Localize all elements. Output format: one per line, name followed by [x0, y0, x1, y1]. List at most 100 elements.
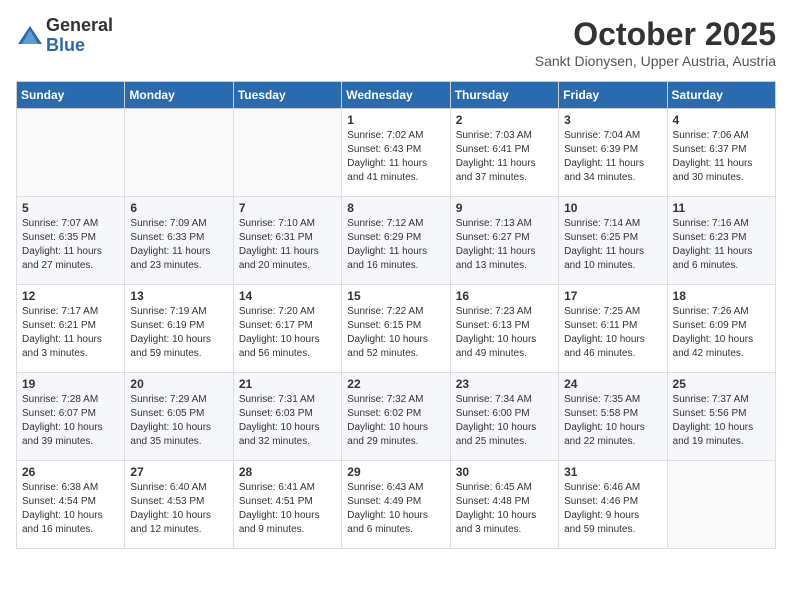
- day-number: 19: [22, 377, 119, 391]
- day-info: Sunrise: 6:46 AM Sunset: 4:46 PM Dayligh…: [564, 481, 661, 537]
- day-info: Sunrise: 7:37 AM Sunset: 5:56 PM Dayligh…: [673, 393, 770, 449]
- calendar-cell: 27 Sunrise: 6:40 AM Sunset: 4:53 PM Dayli…: [125, 461, 233, 549]
- day-info: Sunrise: 7:02 AM Sunset: 6:43 PM Dayligh…: [347, 129, 444, 185]
- day-info: Sunrise: 7:23 AM Sunset: 6:13 PM Dayligh…: [456, 305, 553, 361]
- calendar-cell: 20Sunrise: 7:29 AM Sunset: 6:05 PM Dayli…: [125, 373, 233, 461]
- weekday-header-saturday: Saturday: [667, 82, 775, 109]
- calendar-cell: 21 Sunrise: 7:31 AM Sunset: 6:03 PM Dayli…: [233, 373, 341, 461]
- day-number: 10: [564, 201, 661, 215]
- day-info: Sunrise: 7:04 AM Sunset: 6:39 PM Dayligh…: [564, 129, 661, 185]
- calendar-cell: 11Sunrise: 7:16 AM Sunset: 6:23 PM Dayli…: [667, 197, 775, 285]
- calendar-cell: 28 Sunrise: 6:41 AM Sunset: 4:51 PM Dayli…: [233, 461, 341, 549]
- day-number: 14: [239, 289, 336, 303]
- calendar-cell: [667, 461, 775, 549]
- day-info: Sunrise: 6:41 AM Sunset: 4:51 PM Dayligh…: [239, 481, 336, 537]
- calendar-cell: [233, 109, 341, 197]
- weekday-header-sunday: Sunday: [17, 82, 125, 109]
- day-info: Sunrise: 7:19 AM Sunset: 6:19 PM Dayligh…: [130, 305, 227, 361]
- logo: General Blue: [16, 16, 113, 56]
- day-info: Sunrise: 7:17 AM Sunset: 6:21 PM Dayligh…: [22, 305, 119, 361]
- day-info: Sunrise: 6:45 AM Sunset: 4:48 PM Dayligh…: [456, 481, 553, 537]
- day-number: 30: [456, 465, 553, 479]
- day-number: 31: [564, 465, 661, 479]
- calendar-cell: 19 Sunrise: 7:28 AM Sunset: 6:07 PM Dayli…: [17, 373, 125, 461]
- calendar-cell: 6 Sunrise: 7:09 AM Sunset: 6:33 PM Daylig…: [125, 197, 233, 285]
- day-number: 13: [130, 289, 227, 303]
- calendar-cell: 13 Sunrise: 7:19 AM Sunset: 6:19 PM Dayli…: [125, 285, 233, 373]
- day-number: 16: [456, 289, 553, 303]
- day-info: Sunrise: 7:32 AM Sunset: 6:02 PM Dayligh…: [347, 393, 444, 449]
- day-info: Sunrise: 7:14 AM Sunset: 6:25 PM Dayligh…: [564, 217, 661, 273]
- day-number: 3: [564, 113, 661, 127]
- calendar-cell: 17 Sunrise: 7:25 AM Sunset: 6:11 PM Dayli…: [559, 285, 667, 373]
- day-number: 21: [239, 377, 336, 391]
- day-info: Sunrise: 6:38 AM Sunset: 4:54 PM Dayligh…: [22, 481, 119, 537]
- logo-text: General Blue: [46, 16, 113, 56]
- day-info: Sunrise: 6:43 AM Sunset: 4:49 PM Dayligh…: [347, 481, 444, 537]
- weekday-header-row: SundayMondayTuesdayWednesdayThursdayFrid…: [17, 82, 776, 109]
- title-block: October 2025 Sankt Dionysen, Upper Austr…: [535, 16, 776, 69]
- calendar-cell: 22Sunrise: 7:32 AM Sunset: 6:02 PM Dayli…: [342, 373, 450, 461]
- day-info: Sunrise: 7:03 AM Sunset: 6:41 PM Dayligh…: [456, 129, 553, 185]
- logo-blue: Blue: [46, 36, 113, 56]
- calendar-cell: 16 Sunrise: 7:23 AM Sunset: 6:13 PM Dayli…: [450, 285, 558, 373]
- calendar-week-2: 5Sunrise: 7:07 AM Sunset: 6:35 PM Daylig…: [17, 197, 776, 285]
- calendar-cell: 18 Sunrise: 7:26 AM Sunset: 6:09 PM Dayli…: [667, 285, 775, 373]
- calendar-cell: 9Sunrise: 7:13 AM Sunset: 6:27 PM Daylig…: [450, 197, 558, 285]
- calendar-cell: 25 Sunrise: 7:37 AM Sunset: 5:56 PM Dayli…: [667, 373, 775, 461]
- calendar-week-1: 1 Sunrise: 7:02 AM Sunset: 6:43 PM Daylig…: [17, 109, 776, 197]
- calendar-cell: 8Sunrise: 7:12 AM Sunset: 6:29 PM Daylig…: [342, 197, 450, 285]
- day-info: Sunrise: 7:10 AM Sunset: 6:31 PM Dayligh…: [239, 217, 336, 273]
- day-number: 2: [456, 113, 553, 127]
- day-info: Sunrise: 7:22 AM Sunset: 6:15 PM Dayligh…: [347, 305, 444, 361]
- day-number: 6: [130, 201, 227, 215]
- day-number: 25: [673, 377, 770, 391]
- day-number: 17: [564, 289, 661, 303]
- calendar-table: SundayMondayTuesdayWednesdayThursdayFrid…: [16, 81, 776, 549]
- page-header: General Blue October 2025 Sankt Dionysen…: [16, 16, 776, 69]
- day-number: 5: [22, 201, 119, 215]
- calendar-cell: 24 Sunrise: 7:35 AM Sunset: 5:58 PM Dayli…: [559, 373, 667, 461]
- day-info: Sunrise: 7:28 AM Sunset: 6:07 PM Dayligh…: [22, 393, 119, 449]
- weekday-header-monday: Monday: [125, 82, 233, 109]
- calendar-cell: 2 Sunrise: 7:03 AM Sunset: 6:41 PM Daylig…: [450, 109, 558, 197]
- day-info: Sunrise: 7:31 AM Sunset: 6:03 PM Dayligh…: [239, 393, 336, 449]
- day-info: Sunrise: 6:40 AM Sunset: 4:53 PM Dayligh…: [130, 481, 227, 537]
- calendar-cell: [17, 109, 125, 197]
- day-info: Sunrise: 7:34 AM Sunset: 6:00 PM Dayligh…: [456, 393, 553, 449]
- day-number: 7: [239, 201, 336, 215]
- calendar-cell: 26Sunrise: 6:38 AM Sunset: 4:54 PM Dayli…: [17, 461, 125, 549]
- calendar-cell: 15Sunrise: 7:22 AM Sunset: 6:15 PM Dayli…: [342, 285, 450, 373]
- location: Sankt Dionysen, Upper Austria, Austria: [535, 53, 776, 69]
- day-info: Sunrise: 7:25 AM Sunset: 6:11 PM Dayligh…: [564, 305, 661, 361]
- month-title: October 2025: [535, 16, 776, 53]
- day-info: Sunrise: 7:09 AM Sunset: 6:33 PM Dayligh…: [130, 217, 227, 273]
- day-number: 8: [347, 201, 444, 215]
- day-number: 28: [239, 465, 336, 479]
- calendar-cell: 12Sunrise: 7:17 AM Sunset: 6:21 PM Dayli…: [17, 285, 125, 373]
- calendar-cell: 29Sunrise: 6:43 AM Sunset: 4:49 PM Dayli…: [342, 461, 450, 549]
- day-number: 24: [564, 377, 661, 391]
- day-info: Sunrise: 7:29 AM Sunset: 6:05 PM Dayligh…: [130, 393, 227, 449]
- calendar-cell: 31 Sunrise: 6:46 AM Sunset: 4:46 PM Dayli…: [559, 461, 667, 549]
- day-info: Sunrise: 7:16 AM Sunset: 6:23 PM Dayligh…: [673, 217, 770, 273]
- day-number: 18: [673, 289, 770, 303]
- day-info: Sunrise: 7:20 AM Sunset: 6:17 PM Dayligh…: [239, 305, 336, 361]
- calendar-cell: 4Sunrise: 7:06 AM Sunset: 6:37 PM Daylig…: [667, 109, 775, 197]
- logo-general: General: [46, 16, 113, 36]
- day-number: 23: [456, 377, 553, 391]
- weekday-header-thursday: Thursday: [450, 82, 558, 109]
- calendar-cell: 30 Sunrise: 6:45 AM Sunset: 4:48 PM Dayli…: [450, 461, 558, 549]
- calendar-week-5: 26Sunrise: 6:38 AM Sunset: 4:54 PM Dayli…: [17, 461, 776, 549]
- calendar-cell: 10 Sunrise: 7:14 AM Sunset: 6:25 PM Dayli…: [559, 197, 667, 285]
- logo-icon: [16, 22, 44, 50]
- weekday-header-friday: Friday: [559, 82, 667, 109]
- calendar-cell: [125, 109, 233, 197]
- day-info: Sunrise: 7:35 AM Sunset: 5:58 PM Dayligh…: [564, 393, 661, 449]
- calendar-cell: 7 Sunrise: 7:10 AM Sunset: 6:31 PM Daylig…: [233, 197, 341, 285]
- day-number: 27: [130, 465, 227, 479]
- calendar-cell: 5Sunrise: 7:07 AM Sunset: 6:35 PM Daylig…: [17, 197, 125, 285]
- day-info: Sunrise: 7:26 AM Sunset: 6:09 PM Dayligh…: [673, 305, 770, 361]
- day-number: 1: [347, 113, 444, 127]
- calendar-week-4: 19 Sunrise: 7:28 AM Sunset: 6:07 PM Dayli…: [17, 373, 776, 461]
